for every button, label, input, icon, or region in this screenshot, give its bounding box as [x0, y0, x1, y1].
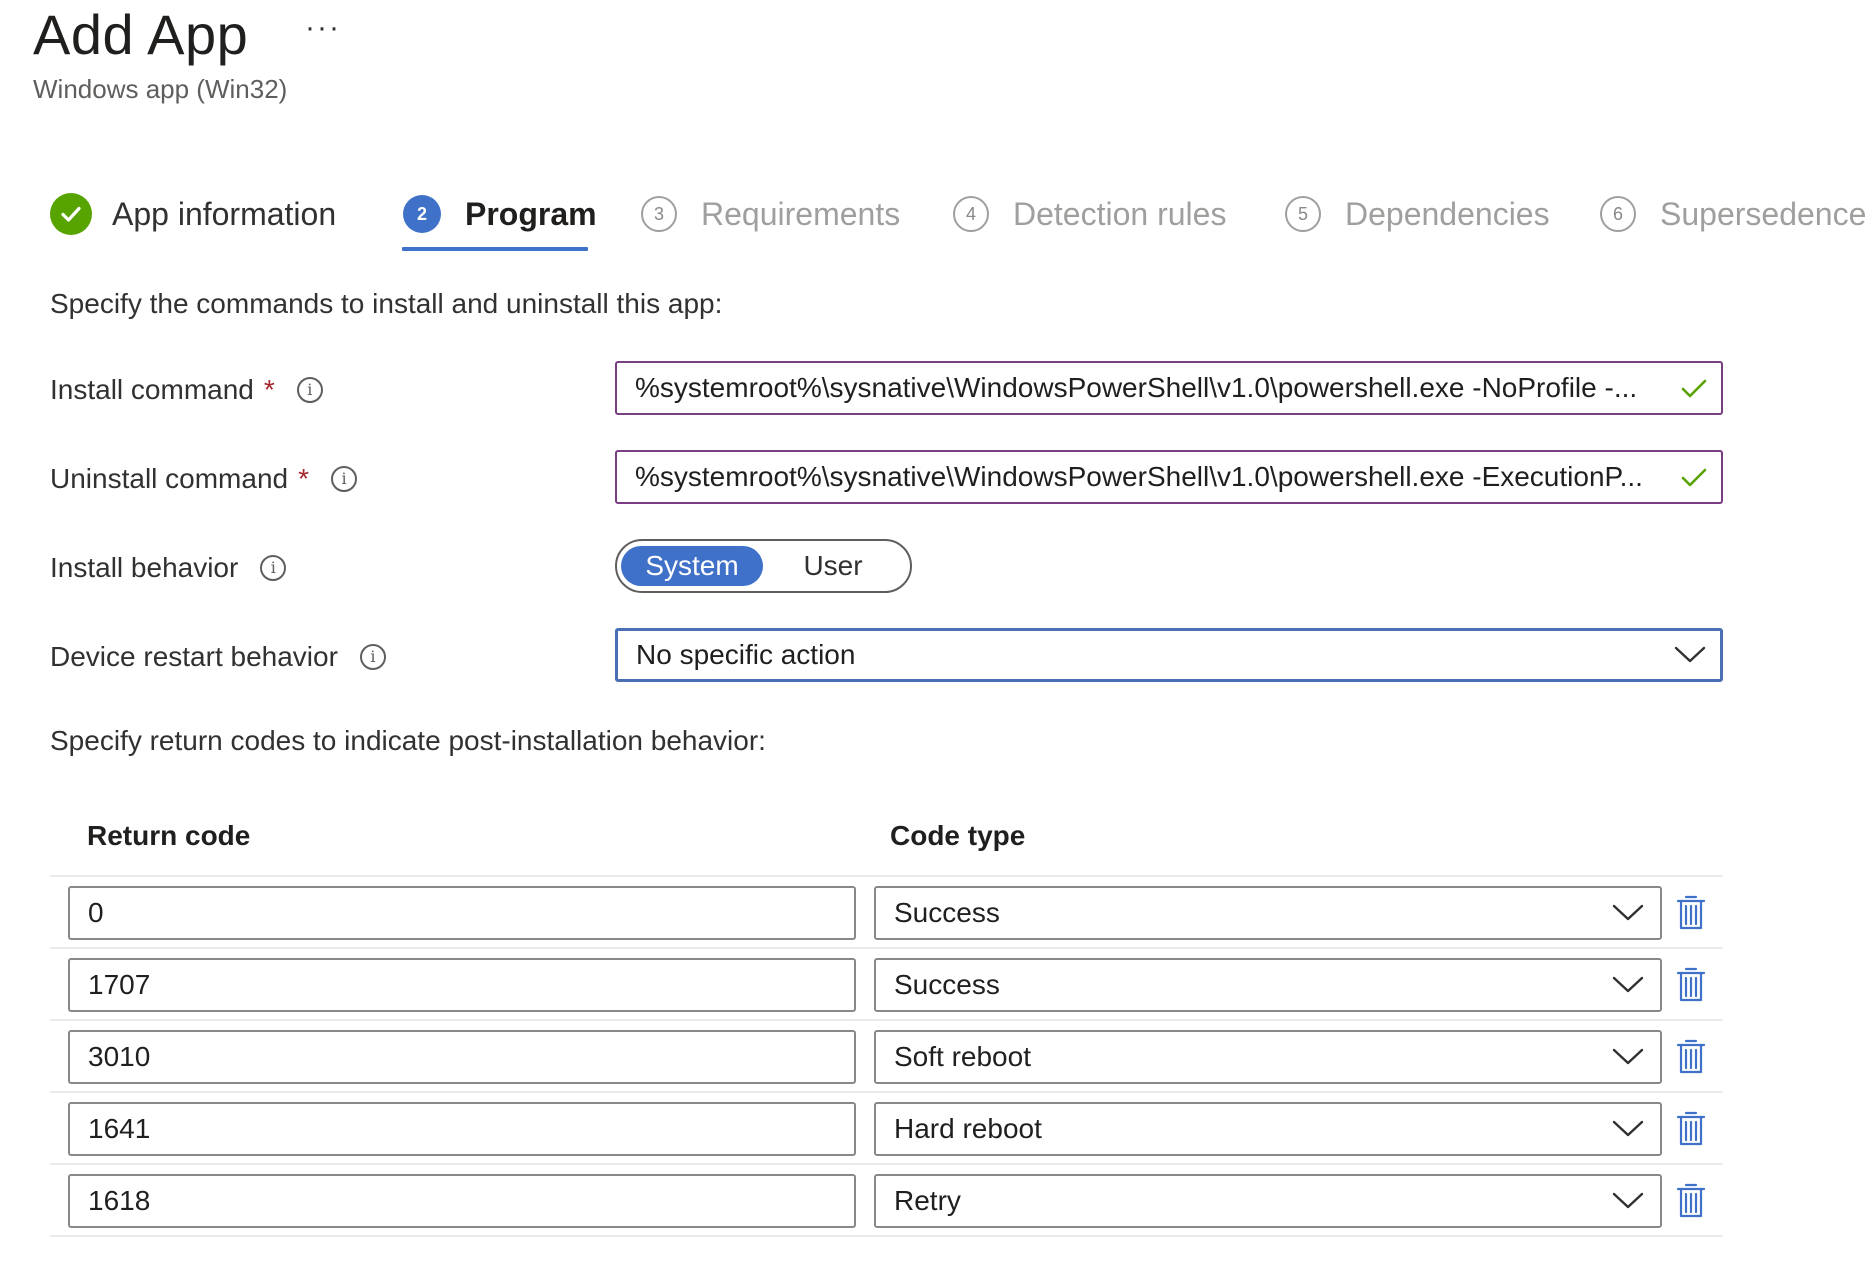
install-behavior-user-option[interactable]: User	[763, 546, 903, 586]
step-number-badge: 3	[641, 196, 677, 232]
return-code-input[interactable]	[88, 897, 836, 929]
install-behavior-toggle[interactable]: System User	[615, 539, 912, 593]
step-number-badge: 5	[1285, 196, 1321, 232]
more-options-button[interactable]: ···	[305, 8, 341, 48]
code-type-dropdown[interactable]: Retry	[874, 1174, 1662, 1228]
code-type-value: Success	[894, 897, 1000, 928]
page-title: Add App	[33, 3, 249, 66]
restart-behavior-value: No specific action	[636, 639, 856, 670]
step-label: Dependencies	[1345, 195, 1550, 232]
return-code-input[interactable]	[88, 1185, 836, 1217]
checkmark-icon	[1681, 379, 1707, 398]
table-row-divider	[50, 1091, 1723, 1093]
tab-detection-rules[interactable]: 4 Detection rules	[953, 188, 1226, 240]
restart-behavior-label: Device restart behavior i	[50, 639, 386, 675]
install-command-field[interactable]	[615, 361, 1723, 415]
restart-behavior-label-text: Device restart behavior	[50, 641, 338, 672]
uninstall-command-input[interactable]	[635, 461, 1671, 493]
checkmark-icon	[50, 193, 92, 235]
table-row-divider	[50, 1163, 1723, 1165]
page-subtitle: Windows app (Win32)	[33, 74, 288, 104]
return-code-input[interactable]	[88, 1113, 836, 1145]
active-tab-indicator	[402, 247, 588, 251]
return-code-column-header: Return code	[87, 820, 251, 851]
step-label: Program	[465, 195, 597, 232]
step-number-badge: 4	[953, 196, 989, 232]
step-label: App information	[112, 195, 337, 232]
trash-icon[interactable]	[1676, 1109, 1706, 1149]
chevron-down-icon	[1612, 1120, 1644, 1137]
table-row-divider	[50, 1019, 1723, 1021]
commands-intro: Specify the commands to install and unin…	[50, 288, 723, 319]
return-code-input[interactable]	[88, 1041, 836, 1073]
trash-icon[interactable]	[1676, 965, 1706, 1005]
trash-icon[interactable]	[1676, 893, 1706, 933]
return-code-field[interactable]	[68, 1030, 856, 1084]
info-icon[interactable]: i	[331, 466, 358, 492]
install-behavior-label-text: Install behavior	[50, 552, 239, 583]
tab-app-information[interactable]: App information	[50, 188, 336, 240]
code-type-dropdown[interactable]: Success	[874, 958, 1662, 1012]
step-label: Supersedence (	[1660, 195, 1870, 232]
return-codes-intro: Specify return codes to indicate post-in…	[50, 725, 766, 756]
tab-dependencies[interactable]: 5 Dependencies	[1285, 188, 1550, 240]
install-command-label-text: Install command	[50, 374, 254, 405]
step-number-badge: 6	[1600, 196, 1636, 232]
required-marker: *	[263, 374, 275, 405]
install-behavior-system-option[interactable]: System	[621, 546, 763, 586]
trash-icon[interactable]	[1676, 1037, 1706, 1077]
chevron-down-icon	[1674, 646, 1706, 663]
step-label: Detection rules	[1013, 195, 1227, 232]
table-row-divider	[50, 1235, 1723, 1237]
required-marker: *	[298, 463, 310, 494]
uninstall-command-label: Uninstall command * i	[50, 461, 358, 497]
table-row-divider	[50, 947, 1723, 949]
table-divider	[50, 875, 1723, 877]
step-label: Requirements	[701, 195, 901, 232]
uninstall-command-field[interactable]	[615, 450, 1723, 504]
code-type-value: Success	[894, 969, 1000, 1000]
chevron-down-icon	[1612, 976, 1644, 993]
install-command-input[interactable]	[635, 372, 1671, 404]
return-code-field[interactable]	[68, 1102, 856, 1156]
return-code-field[interactable]	[68, 1174, 856, 1228]
uninstall-command-label-text: Uninstall command	[50, 463, 289, 494]
code-type-value: Retry	[894, 1185, 961, 1216]
return-code-field[interactable]	[68, 886, 856, 940]
tab-supersedence[interactable]: 6 Supersedence (	[1600, 188, 1870, 240]
info-icon[interactable]: i	[260, 555, 287, 581]
tab-program[interactable]: 2 Program	[403, 188, 597, 240]
return-code-field[interactable]	[68, 958, 856, 1012]
code-type-column-header: Code type	[890, 820, 1026, 851]
info-icon[interactable]: i	[296, 377, 323, 403]
chevron-down-icon	[1612, 1192, 1644, 1209]
info-icon[interactable]: i	[359, 644, 386, 670]
install-command-label: Install command * i	[50, 372, 323, 408]
checkmark-icon	[1681, 468, 1707, 487]
tab-requirements[interactable]: 3 Requirements	[641, 188, 900, 240]
return-code-input[interactable]	[88, 969, 836, 1001]
restart-behavior-dropdown[interactable]: No specific action	[615, 628, 1723, 682]
step-number-badge: 2	[403, 195, 441, 233]
install-behavior-label: Install behavior i	[50, 550, 287, 586]
code-type-dropdown[interactable]: Soft reboot	[874, 1030, 1662, 1084]
code-type-dropdown[interactable]: Hard reboot	[874, 1102, 1662, 1156]
trash-icon[interactable]	[1676, 1181, 1706, 1221]
code-type-value: Soft reboot	[894, 1041, 1031, 1072]
code-type-dropdown[interactable]: Success	[874, 886, 1662, 940]
chevron-down-icon	[1612, 1048, 1644, 1065]
chevron-down-icon	[1612, 904, 1644, 921]
code-type-value: Hard reboot	[894, 1113, 1042, 1144]
